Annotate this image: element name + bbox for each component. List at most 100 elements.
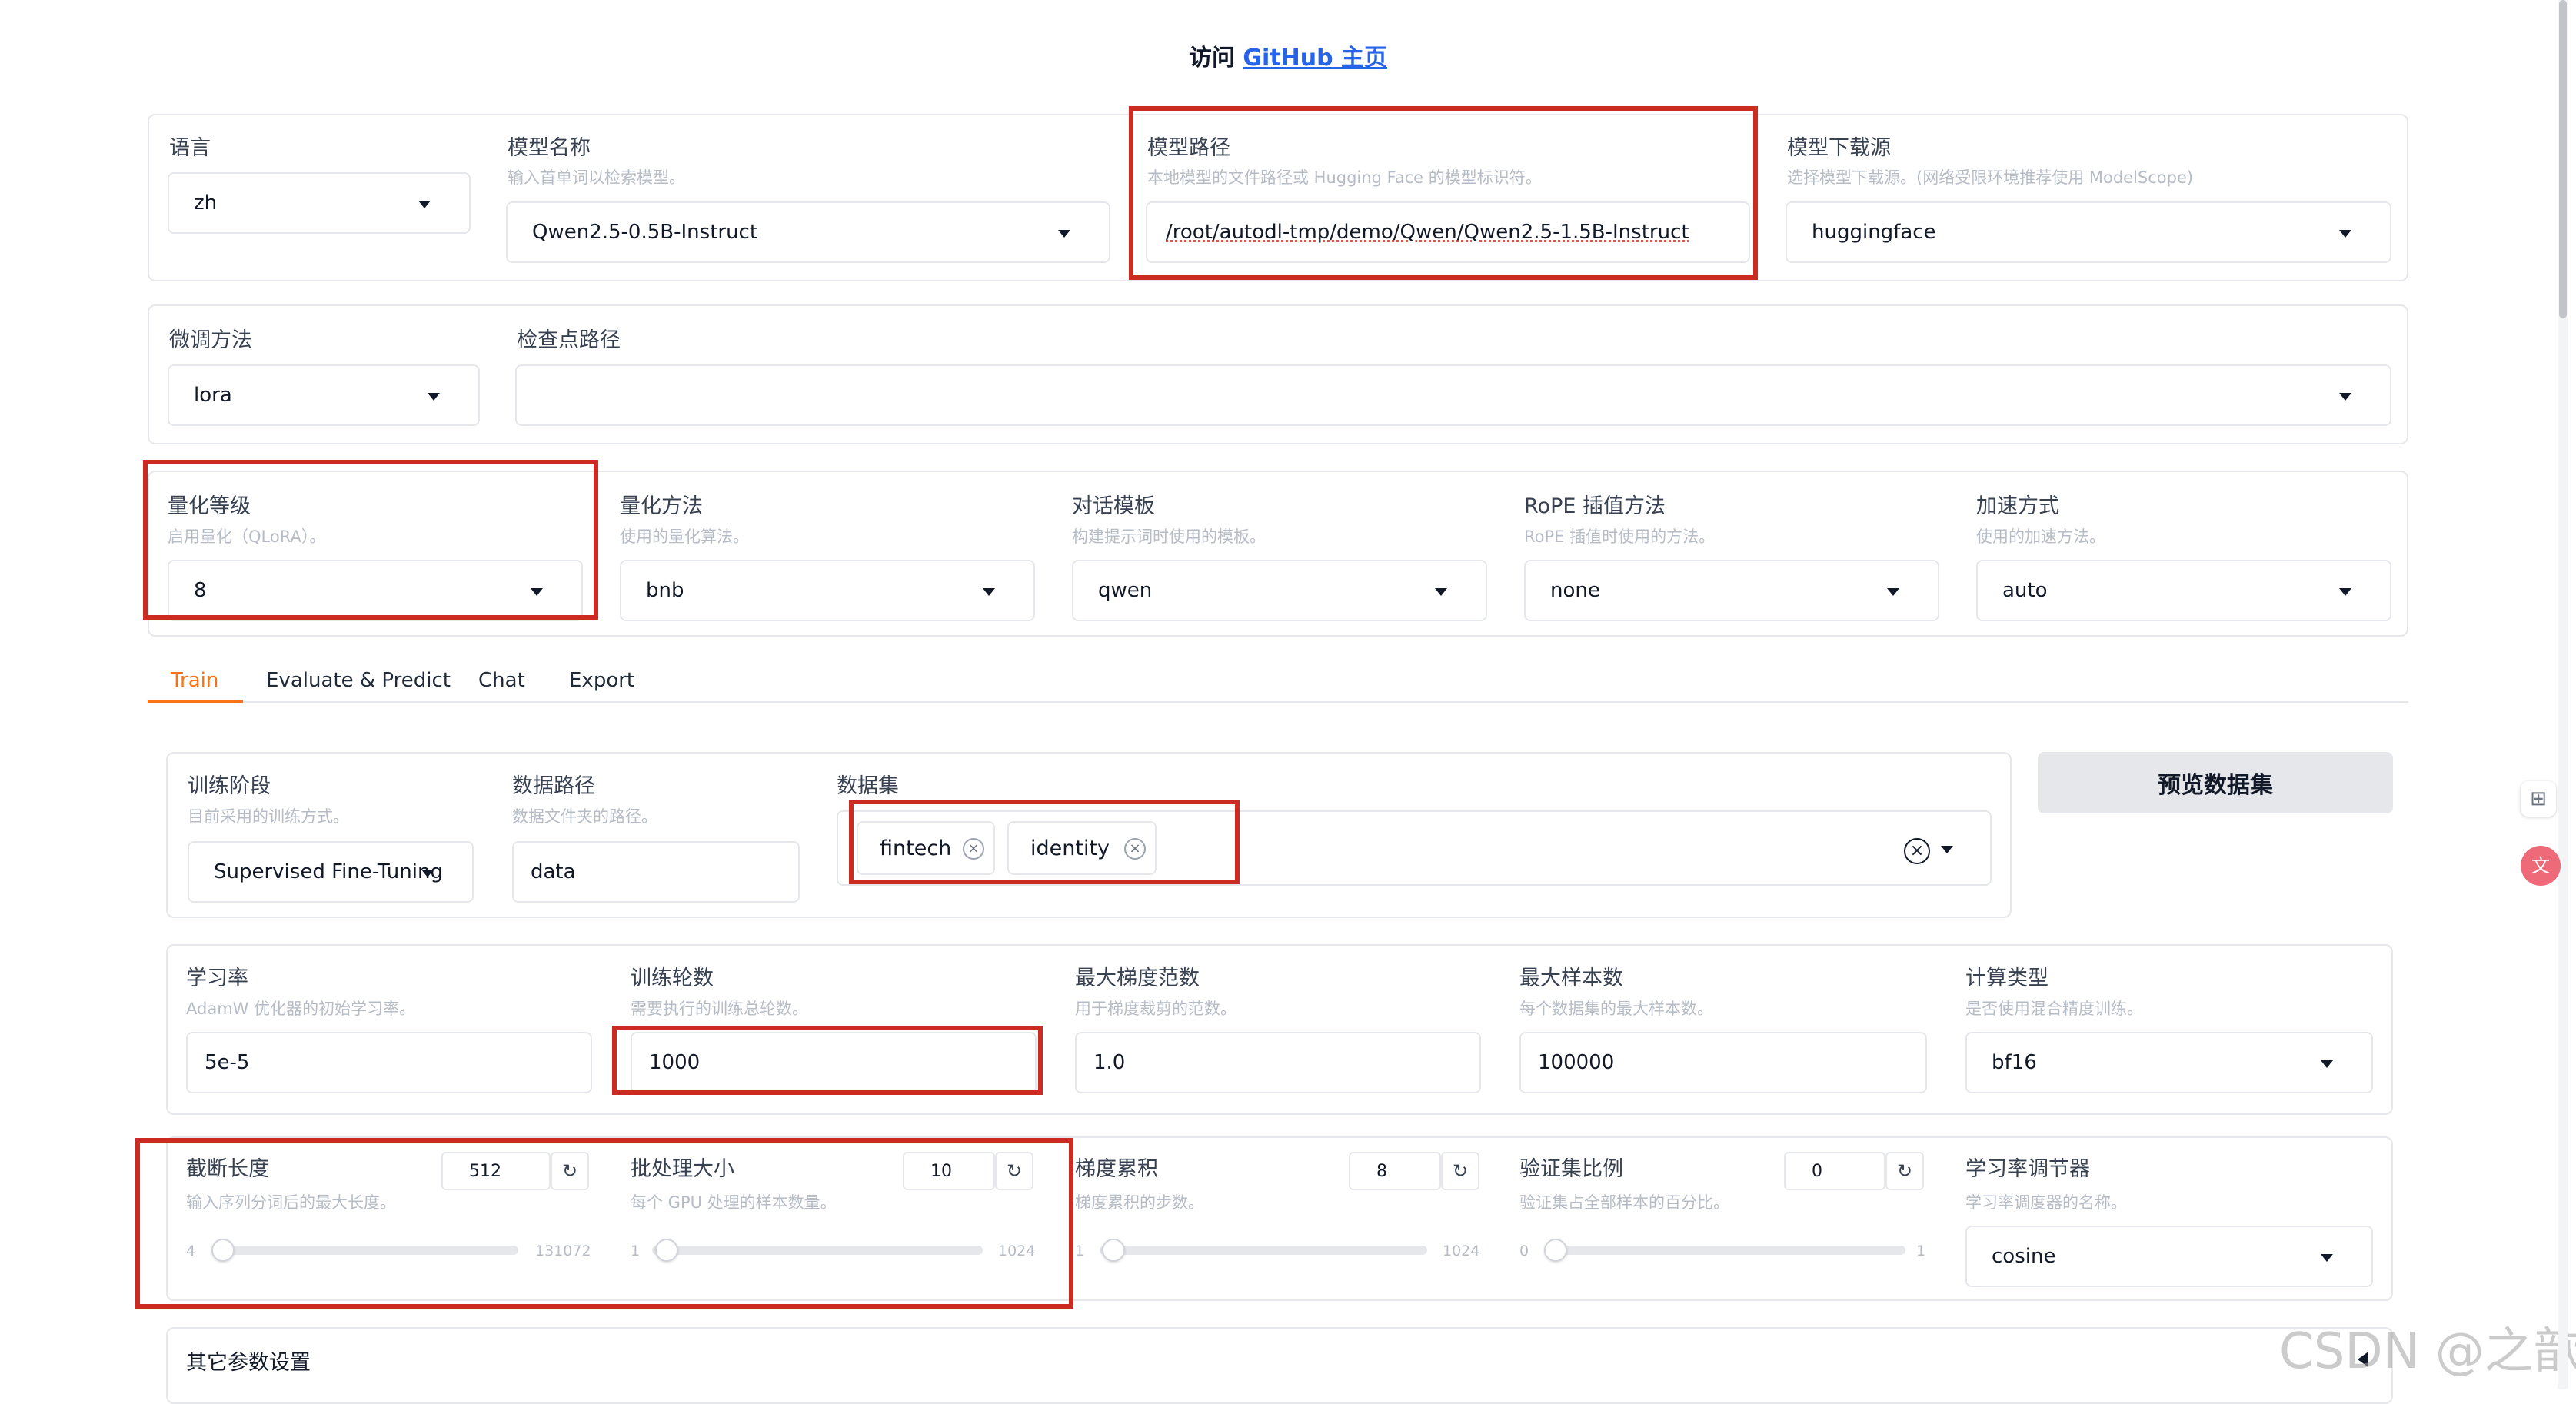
tab-train[interactable]: Train	[171, 669, 218, 692]
template-select[interactable]: qwen	[1072, 560, 1487, 621]
chevron-down-icon	[421, 870, 434, 877]
template-value: qwen	[1098, 579, 1153, 602]
model-name-select[interactable]: Qwen2.5-0.5B-Instruct	[506, 201, 1110, 263]
lang-select[interactable]: zh	[168, 172, 471, 234]
model-path-input[interactable]: /root/autodl-tmp/demo/Qwen/Qwen2.5-1.5B-…	[1146, 201, 1750, 263]
preview-dataset-button[interactable]: 预览数据集	[2038, 752, 2393, 813]
quant-method-select[interactable]: bnb	[620, 560, 1035, 621]
chevron-down-icon	[2321, 1060, 2333, 1068]
batch-info: 每个 GPU 处理的样本数量。	[631, 1193, 837, 1212]
compute-type-select[interactable]: bf16	[1965, 1032, 2373, 1093]
val-size-slider[interactable]	[1544, 1246, 1905, 1255]
dataset-dir-info: 数据文件夹的路径。	[512, 807, 657, 826]
github-link[interactable]: GitHub 主页	[1243, 45, 1387, 72]
epochs-value: 1000	[649, 1051, 701, 1074]
reset-icon[interactable]: ↻	[995, 1152, 1033, 1190]
val-size-number-input[interactable]: 0	[1784, 1152, 1885, 1190]
max-samples-info: 每个数据集的最大样本数。	[1519, 1000, 1713, 1018]
qr-tool-icon[interactable]: ⊞	[2521, 781, 2556, 817]
reset-icon[interactable]: ↻	[551, 1152, 589, 1190]
grad-accum-info: 梯度累积的步数。	[1075, 1193, 1204, 1212]
compute-type-info: 是否使用混合精度训练。	[1965, 1000, 2143, 1018]
grad-accum-label: 梯度累积	[1075, 1157, 1158, 1181]
val-size-label: 验证集比例	[1519, 1157, 1623, 1181]
scheduler-select[interactable]: cosine	[1965, 1226, 2373, 1287]
finetune-value: lora	[194, 384, 232, 407]
rope-select[interactable]: none	[1524, 560, 1939, 621]
grad-accum-value: 8	[1376, 1161, 1387, 1181]
lr-input[interactable]: 5e-5	[186, 1032, 592, 1093]
chevron-down-icon	[1058, 230, 1070, 238]
quant-bit-select[interactable]: 8	[168, 560, 583, 621]
rope-label: RoPE 插值方法	[1524, 494, 1666, 518]
chevron-down-icon	[1435, 588, 1447, 596]
clear-all-icon[interactable]: ×	[1904, 838, 1930, 864]
chevron-down-icon[interactable]	[1941, 846, 1953, 853]
slider-thumb[interactable]	[1101, 1239, 1125, 1262]
model-hub-select[interactable]: huggingface	[1786, 201, 2391, 263]
chevron-down-icon	[2339, 230, 2351, 238]
dataset-chip-fintech[interactable]: fintech ×	[857, 821, 995, 875]
reset-icon[interactable]: ↻	[1441, 1152, 1479, 1190]
reset-icon[interactable]: ↻	[1885, 1152, 1924, 1190]
model-name-value: Qwen2.5-0.5B-Instruct	[532, 221, 758, 244]
stage-value: Supervised Fine-Tuning	[214, 860, 443, 883]
val-size-value: 0	[1812, 1161, 1822, 1181]
epochs-input[interactable]: 1000	[631, 1032, 1037, 1093]
batch-min: 1	[631, 1243, 641, 1259]
dataset-dir-input[interactable]: data	[512, 841, 800, 903]
model-path-label: 模型路径	[1147, 136, 1230, 160]
close-icon[interactable]: ×	[963, 838, 984, 860]
finetune-label: 微调方法	[169, 328, 252, 352]
header-prefix: 访问	[1188, 45, 1235, 72]
booster-label: 加速方式	[1976, 494, 2059, 518]
extra-args-accordion[interactable]	[166, 1327, 2393, 1404]
rope-value: none	[1550, 579, 1600, 602]
compute-type-value: bf16	[1992, 1051, 2037, 1074]
tab-evaluate[interactable]: Evaluate & Predict	[266, 669, 451, 692]
max-grad-norm-input[interactable]: 1.0	[1075, 1032, 1481, 1093]
batch-slider[interactable]	[652, 1246, 983, 1255]
booster-select[interactable]: auto	[1976, 560, 2391, 621]
grad-accum-number-input[interactable]: 8	[1349, 1152, 1441, 1190]
booster-info: 使用的加速方法。	[1976, 527, 2105, 546]
chevron-down-icon	[428, 393, 440, 401]
cutoff-slider[interactable]	[211, 1246, 518, 1255]
lang-label: 语言	[169, 136, 211, 160]
dataset-chip-identity[interactable]: identity ×	[1007, 821, 1157, 875]
slider-thumb[interactable]	[1544, 1239, 1567, 1262]
close-icon[interactable]: ×	[1124, 838, 1146, 860]
model-hub-label: 模型下载源	[1787, 136, 1891, 160]
stage-select[interactable]: Supervised Fine-Tuning	[188, 841, 474, 903]
scrollbar-thumb[interactable]	[2559, 0, 2567, 318]
scheduler-label: 学习率调节器	[1965, 1157, 2090, 1181]
finetune-select[interactable]: lora	[168, 364, 480, 426]
quant-bit-label: 量化等级	[168, 494, 251, 518]
translate-tool-icon[interactable]: 文	[2521, 846, 2561, 886]
max-samples-value: 100000	[1538, 1051, 1615, 1074]
cutoff-number-input[interactable]: 512	[441, 1152, 551, 1190]
tab-chat[interactable]: Chat	[478, 669, 525, 692]
cutoff-label: 截断长度	[186, 1157, 269, 1181]
booster-value: auto	[2002, 579, 2048, 602]
grad-accum-slider[interactable]	[1100, 1246, 1427, 1255]
slider-thumb[interactable]	[654, 1239, 678, 1262]
tab-export[interactable]: Export	[569, 669, 634, 692]
batch-number-input[interactable]: 10	[903, 1152, 995, 1190]
max-samples-label: 最大样本数	[1519, 966, 1623, 990]
page-header: 访问 GitHub 主页	[0, 38, 2576, 72]
extra-args-label: 其它参数设置	[186, 1351, 311, 1375]
lr-value: 5e-5	[205, 1051, 250, 1074]
cutoff-max: 131072	[535, 1243, 591, 1259]
batch-label: 批处理大小	[631, 1157, 734, 1181]
max-samples-input[interactable]: 100000	[1519, 1032, 1927, 1093]
val-size-min: 0	[1519, 1243, 1529, 1259]
quant-method-label: 量化方法	[620, 494, 703, 518]
checkpoint-select[interactable]	[515, 364, 2391, 426]
watermark: CSDN @之歆	[2279, 1323, 2576, 1380]
batch-max: 1024	[998, 1243, 1036, 1259]
val-size-info: 验证集占全部样本的百分比。	[1519, 1193, 1729, 1212]
cutoff-info: 输入序列分词后的最大长度。	[186, 1193, 396, 1212]
chip-label: fintech	[880, 836, 952, 860]
chevron-down-icon	[531, 588, 543, 596]
